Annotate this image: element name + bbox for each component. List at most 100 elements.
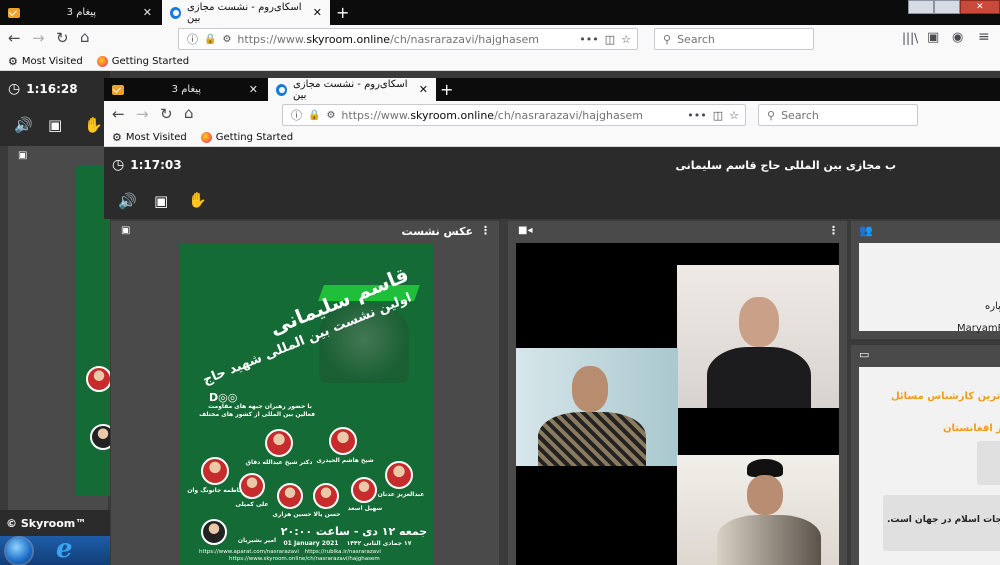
bookmark-getting-started[interactable]: Getting Started [112, 56, 189, 67]
bookmark-most-visited[interactable]: Most Visited [22, 56, 83, 67]
speaker-icon[interactable]: 🔊 [118, 192, 137, 210]
new-tab-icon[interactable]: + [336, 3, 349, 22]
speaker-name: امیر بشیریان [237, 537, 277, 544]
reload-icon[interactable]: ↻ [160, 107, 173, 122]
speaker-name: عبدالعزیز عدنان [377, 491, 425, 498]
back-timer: 1:16:28 [26, 81, 78, 96]
panel-menu-icon[interactable]: ⋮ [480, 224, 491, 237]
back-nav-bar: ← → ↻ ⌂ ⓘ 🔒 ⚙ https://www.skyroom.online… [0, 25, 1000, 54]
video-stage [516, 243, 839, 565]
chat-icon: ▭ [859, 348, 870, 361]
account-icon[interactable]: ◉ [952, 31, 963, 44]
poster-subtitle: با حضور رهبران جبهه های مقاومت [208, 403, 312, 410]
tab-label: اسکای‌روم - نشست مجازی بین [292, 78, 408, 101]
gear-icon: ⚙ [112, 131, 122, 144]
speaker-icon[interactable]: 🔊 [14, 116, 33, 134]
close-icon[interactable]: ✕ [313, 6, 322, 19]
video-tile-speaker-1[interactable] [677, 265, 839, 408]
maximize-icon[interactable] [933, 0, 960, 14]
poster-link[interactable]: https://rubika.ir/nasrarazavi [305, 549, 381, 555]
lock-icon: 🔒 [204, 33, 217, 45]
home-icon[interactable]: ⌂ [184, 106, 194, 121]
close-icon[interactable]: ✕ [143, 6, 152, 19]
permissions-icon[interactable]: ⚙ [326, 110, 335, 121]
front-search-box[interactable]: ⚲ Search [758, 104, 918, 126]
page-actions-icon[interactable]: ••• [687, 109, 706, 122]
menu-icon[interactable]: ≡ [978, 30, 990, 44]
raise-hand-icon[interactable]: ✋ [84, 116, 103, 134]
avatar [86, 366, 110, 392]
lock-icon: 🔒 [308, 109, 321, 121]
pocket-icon[interactable]: ◫ [713, 109, 723, 122]
back-tab-skyroom[interactable]: اسکای‌روم - نشست مجازی بین ✕ [162, 0, 330, 25]
bookmark-star-icon[interactable]: ☆ [729, 109, 739, 122]
raise-hand-icon[interactable]: ✋ [188, 191, 207, 209]
poster-link[interactable]: https://www.skyroom.online/ch/nasrarazav… [229, 556, 380, 562]
front-tab-messages[interactable]: 3 پیغام ✕ [104, 78, 266, 101]
poster-link[interactable]: https://www.aparat.com/nasrarazavi [199, 549, 299, 555]
firefox-icon [200, 132, 212, 143]
front-toolbar: 🔊 ▣ ✋ [104, 183, 1000, 219]
panel-toggle-icon[interactable]: ▣ [18, 150, 27, 161]
internet-explorer-icon[interactable]: e [56, 534, 73, 564]
front-url-bar[interactable]: ⓘ 🔒 ⚙ https://www.skyroom.online/ch/nasr… [282, 104, 746, 126]
tab-label: 3 پیغام [171, 84, 202, 95]
users-panel: 👥 پاره MaryamRa [851, 221, 1000, 339]
forward-icon[interactable]: → [32, 31, 45, 46]
close-icon[interactable]: ✕ [419, 83, 428, 96]
home-icon[interactable]: ⌂ [80, 30, 90, 45]
avatar [239, 473, 265, 499]
info-icon[interactable]: ⓘ [187, 31, 198, 47]
chat-messages: آزاترین کارشناس مسائل از افغانستان زله ن… [859, 367, 1000, 565]
mail-icon [8, 7, 20, 18]
user-name[interactable]: MaryamRa [957, 323, 1000, 334]
back-app-header: ◷ 1:16:28 [0, 71, 110, 106]
video-tile-speaker-2[interactable] [516, 348, 678, 466]
speaker-name: دکتر شیخ عبدالله دقاق [245, 459, 313, 466]
poster-date-en: 01 January 2021 [283, 540, 339, 547]
panel-toggle-icon[interactable]: ▣ [121, 225, 130, 236]
forward-icon[interactable]: → [136, 107, 149, 122]
bookmark-getting-started[interactable]: Getting Started [216, 132, 293, 143]
minimize-icon[interactable] [908, 0, 934, 14]
speaker-name: حسن یالا [313, 511, 341, 518]
pocket-icon[interactable]: ◫ [605, 33, 615, 46]
bookmark-star-icon[interactable]: ☆ [621, 33, 631, 46]
reload-icon[interactable]: ↻ [56, 31, 69, 46]
front-tab-skyroom[interactable]: اسکای‌روم - نشست مجازی بین ✕ [268, 78, 436, 101]
close-icon[interactable]: ✕ [249, 83, 258, 96]
back-search-box[interactable]: ⚲ Search [654, 28, 814, 50]
info-icon[interactable]: ⓘ [291, 107, 302, 123]
skyroom-icon [276, 83, 287, 96]
speaker-body [707, 347, 811, 408]
media-icon[interactable]: ▣ [154, 192, 168, 210]
chat-line: از افغانستان [943, 423, 1000, 434]
firefox-icon [96, 56, 108, 67]
chat-line: زله نجات اسلام در جهان است. [887, 515, 1000, 525]
back-url-bar[interactable]: ⓘ 🔒 ⚙ https://www.skyroom.online/ch/nasr… [178, 28, 638, 50]
library-icon[interactable]: |||\ [902, 32, 918, 44]
skyroom-brand: © Skyroom™ [6, 516, 87, 530]
search-placeholder: Search [677, 32, 715, 46]
media-icon[interactable]: ▣ [48, 116, 62, 134]
page-actions-icon[interactable]: ••• [579, 33, 598, 46]
back-tab-bar: 3 پیغام ✕ اسکای‌روم - نشست مجازی بین ✕ +… [0, 0, 1000, 25]
back-tab-messages[interactable]: 3 پیغام ✕ [0, 0, 160, 25]
back-icon[interactable]: ← [112, 107, 125, 122]
new-tab-icon[interactable]: + [440, 80, 453, 99]
speaker-head [747, 475, 783, 515]
speaker-head [572, 366, 608, 412]
bookmark-most-visited[interactable]: Most Visited [126, 132, 187, 143]
chat-line: آزاترین کارشناس مسائل [891, 391, 1000, 402]
close-window-icon[interactable]: ✕ [959, 0, 1000, 14]
start-button-icon[interactable] [6, 538, 32, 564]
permissions-icon[interactable]: ⚙ [222, 34, 231, 45]
poster-links: https://www.aparat.com/nasrarazavi https… [199, 549, 433, 563]
front-timer: 1:17:03 [130, 158, 182, 172]
back-icon[interactable]: ← [8, 31, 21, 46]
sidebar-icon[interactable]: ▣ [927, 31, 939, 44]
user-name[interactable]: پاره [985, 301, 1000, 312]
url-text: https://www.skyroom.online/ch/nasrarazav… [341, 108, 643, 122]
panel-menu-icon[interactable]: ⋮ [828, 224, 839, 237]
video-tile-speaker-3[interactable] [677, 455, 839, 565]
